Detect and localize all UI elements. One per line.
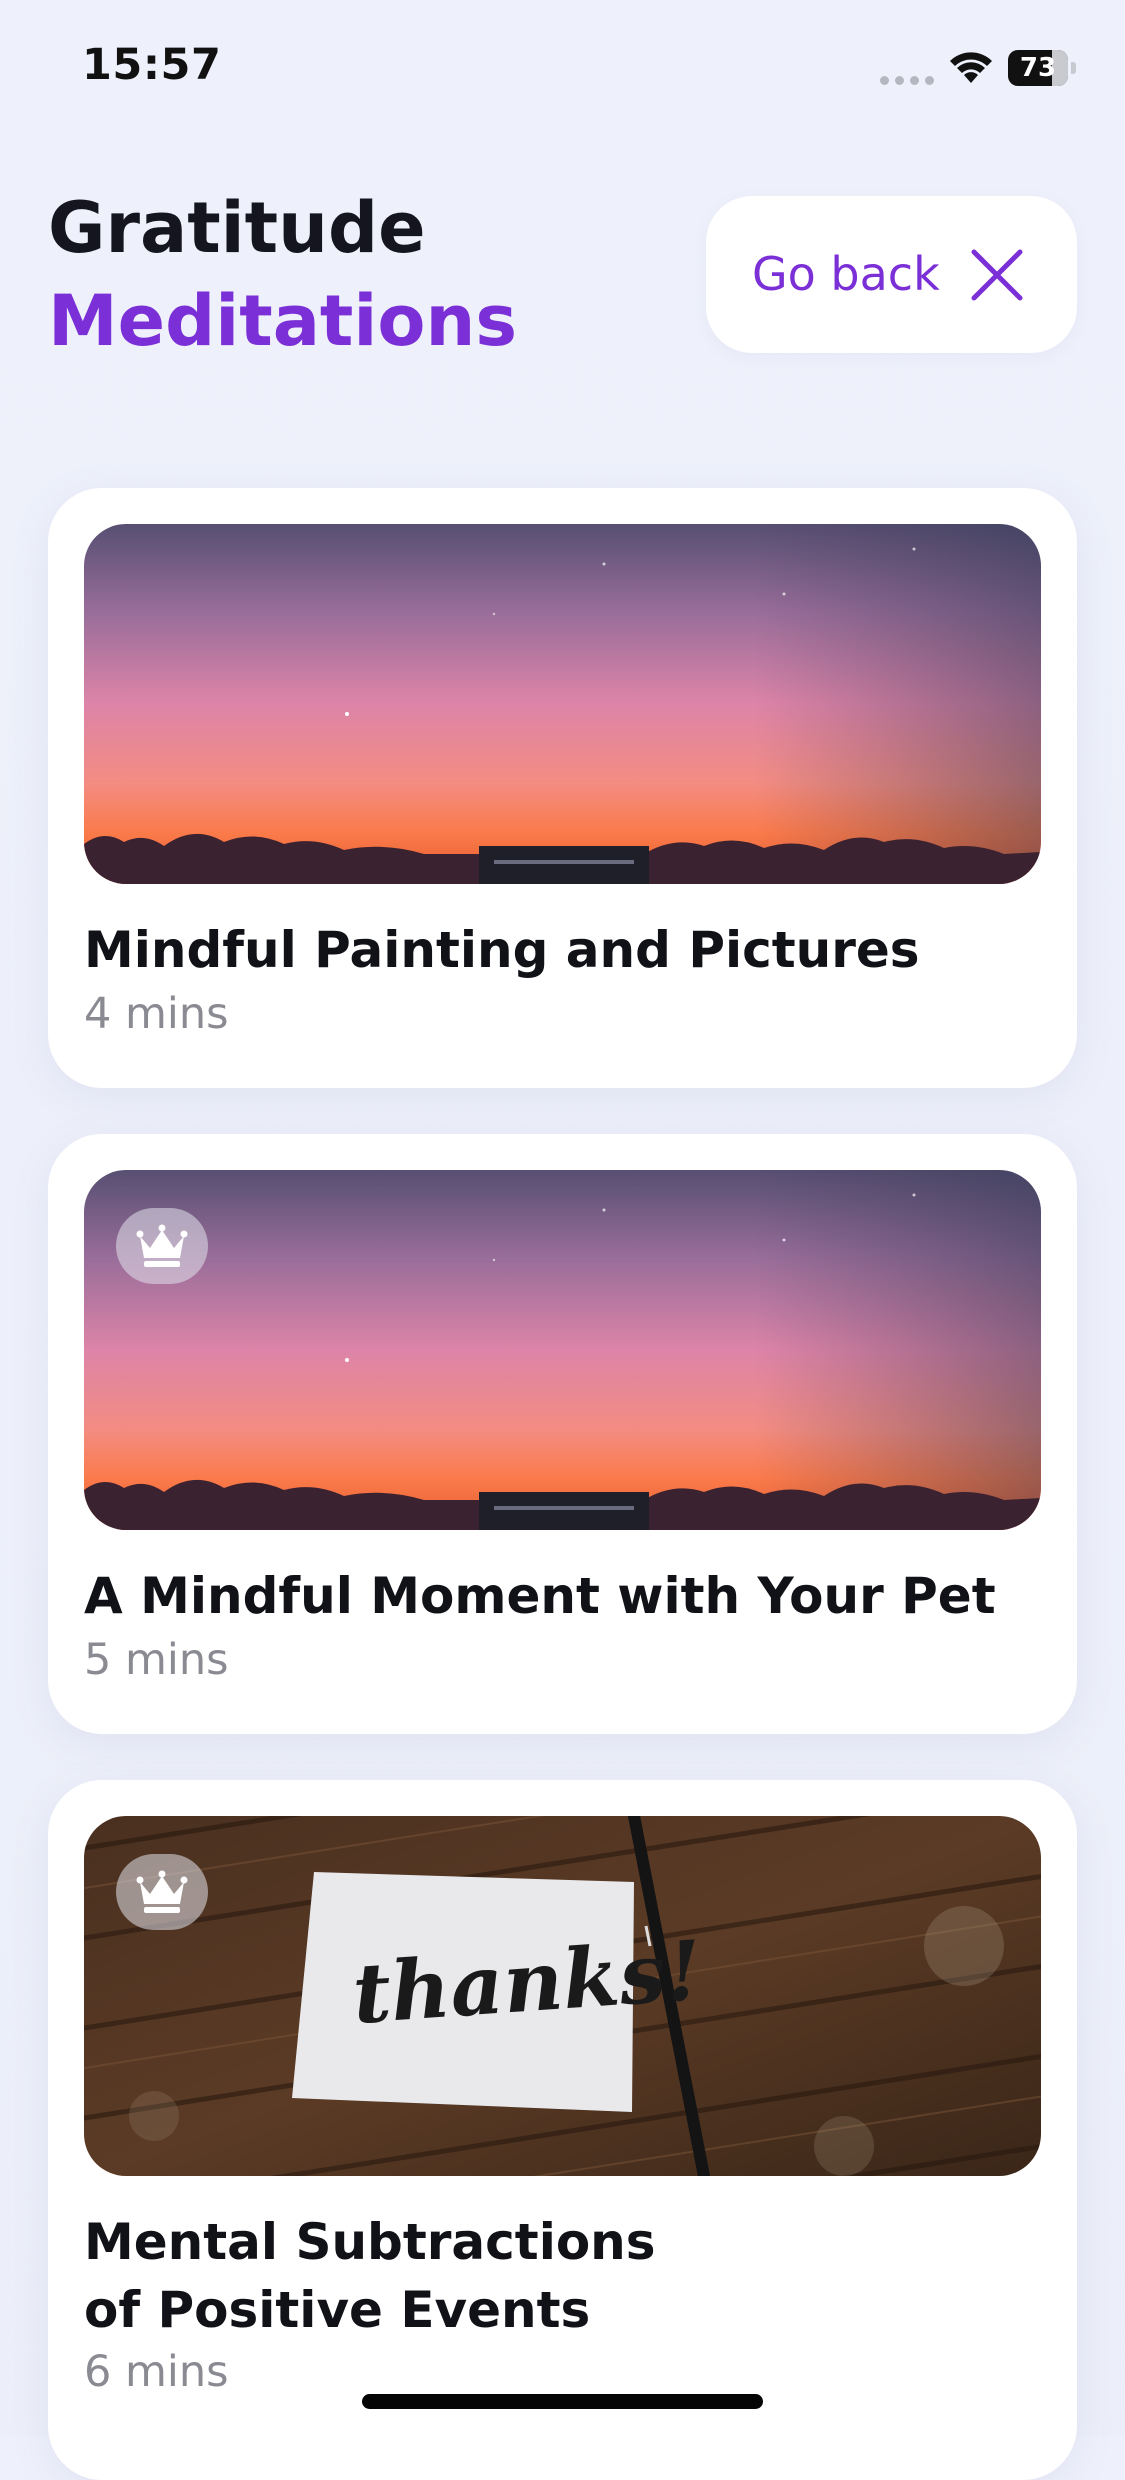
page-title: Gratitude xyxy=(48,187,426,269)
premium-badge xyxy=(116,1854,208,1930)
meditation-title: Mindful Painting and Pictures xyxy=(84,921,920,979)
crown-icon xyxy=(136,1224,188,1267)
sunset-sky-image xyxy=(84,1170,1041,1530)
go-back-button[interactable]: Go back xyxy=(706,196,1077,353)
crown-icon xyxy=(136,1870,188,1913)
meditation-title: Mental Subtractions of Positive Events xyxy=(84,2213,656,2339)
meditation-card[interactable]: thanks! Mental Subtractions of Positive … xyxy=(48,1780,1077,2480)
close-icon xyxy=(971,249,1023,301)
meditation-card[interactable]: Mindful Painting and Pictures 4 mins xyxy=(48,488,1077,1088)
meditation-duration: 5 mins xyxy=(84,1635,229,1685)
home-indicator[interactable] xyxy=(362,2394,763,2409)
wifi-icon xyxy=(950,52,992,83)
signal-dots-icon xyxy=(880,76,934,85)
status-time: 15:57 xyxy=(82,40,222,90)
battery-icon: 73 xyxy=(1008,50,1076,86)
meditation-duration: 4 mins xyxy=(84,989,229,1039)
thanks-card-image: thanks! xyxy=(84,1816,1041,2176)
status-bar: 15:57 73 xyxy=(0,0,1125,140)
meditation-duration: 6 mins xyxy=(84,2347,229,2397)
premium-badge xyxy=(116,1208,208,1284)
meditation-card[interactable]: A Mindful Moment with Your Pet 5 mins xyxy=(48,1134,1077,1734)
page-subtitle: Meditations xyxy=(48,280,517,362)
battery-level: 73 xyxy=(1019,53,1057,83)
sunset-sky-image xyxy=(84,524,1041,884)
go-back-label: Go back xyxy=(752,247,940,301)
meditation-title: A Mindful Moment with Your Pet xyxy=(84,1567,996,1625)
